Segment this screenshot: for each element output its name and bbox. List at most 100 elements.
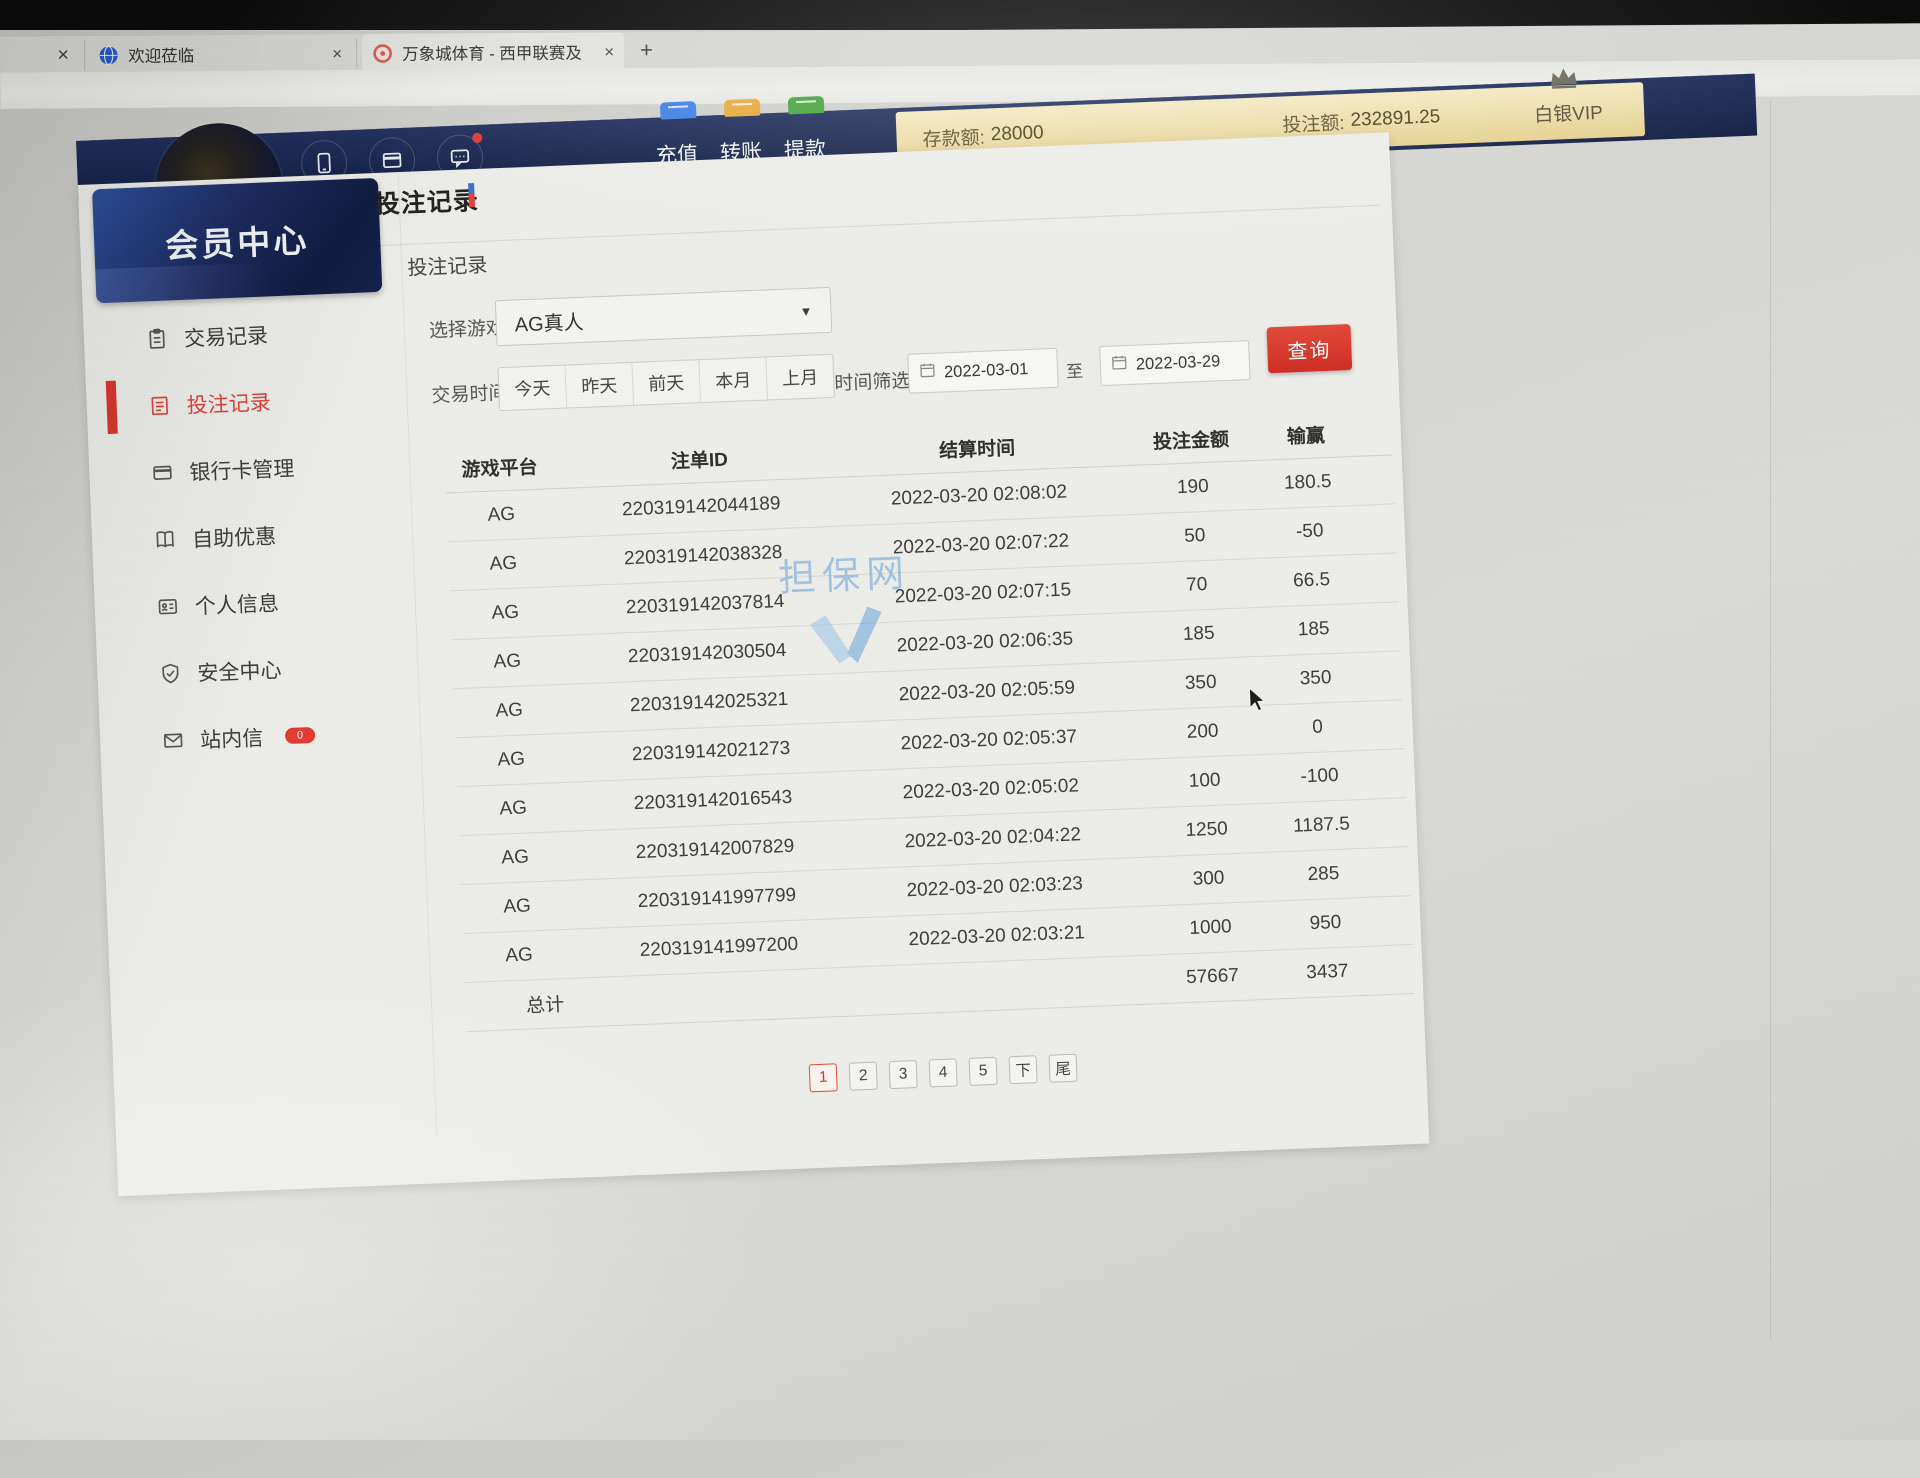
cell-platform: AG [464,943,575,969]
sidebar-item-bank-cards[interactable]: 银行卡管理 [96,429,398,508]
sidebar-item-transactions[interactable]: 交易记录 [91,296,393,375]
notification-dot [472,133,482,143]
sidebar-item-label: 个人信息 [194,587,279,620]
cell-platform: AG [450,600,561,626]
page-5[interactable]: 5 [969,1057,998,1086]
sidebar-item-security[interactable]: 安全中心 [104,630,406,709]
cell-settle-time: 2022-03-20 02:04:22 [887,824,1098,854]
sidebar-item-label: 自助优惠 [191,520,276,553]
member-center-card: 会员中心 交易记录 投注记录 银行卡管理 [78,132,1430,1196]
game-select-label: 选择游戏 [428,313,505,343]
total-label: 总计 [466,985,677,1020]
site-content: 充值 转账 提款 存款额:28000 投注额:232891.25 [0,0,1920,1478]
sidebar-item-label: 安全中心 [197,654,282,687]
search-button[interactable]: 查询 [1266,324,1352,373]
cell-bet-id: 220319142025321 [604,688,815,718]
cell-settle-time: 2022-03-20 02:05:59 [882,677,1093,707]
cell-bet-id: 220319142021273 [606,737,817,767]
cell-settle-time: 2022-03-20 02:06:35 [880,628,1091,658]
page-last[interactable]: 尾 [1049,1054,1078,1083]
page-2[interactable]: 2 [849,1062,878,1091]
cell-platform: AG [458,796,569,822]
sidebar-menu: 交易记录 投注记录 银行卡管理 自助优惠 [91,296,410,777]
btn-last-month[interactable]: 上月 [766,355,834,400]
cell-bet-amount: 200 [1137,719,1268,746]
cell-platform: AG [446,502,557,528]
document-list-icon [148,394,171,417]
game-select-value: AG真人 [514,305,584,337]
vip-level-badge: 白银VIP [1533,84,1604,141]
cell-settle-time: 2022-03-20 02:03:23 [889,873,1100,903]
sidebar-item-profile[interactable]: 个人信息 [102,563,404,642]
page-3[interactable]: 3 [889,1060,918,1089]
sidebar-title: 会员中心 [92,178,382,303]
chevron-down-icon: ▼ [799,303,812,319]
cell-settle-time: 2022-03-20 02:07:15 [878,579,1089,609]
sidebar-item-promotions[interactable]: 自助优惠 [99,496,401,575]
sidebar-item-label: 交易记录 [183,319,268,352]
cell-bet-amount: 50 [1129,523,1260,550]
page-4[interactable]: 4 [929,1058,958,1087]
shield-check-icon [159,662,182,685]
pagination: 1 2 3 4 5 下 尾 [809,1054,1078,1093]
cell-bet-id: 220319142007829 [610,835,821,865]
cell-bet-id: 220319141997799 [612,884,823,914]
btn-yesterday[interactable]: 昨天 [565,363,634,408]
date-from-value: 2022-03-01 [944,359,1029,381]
col-win-loss: 输赢 [1240,419,1371,451]
cell-bet-amount: 100 [1139,768,1270,795]
cell-bet-amount: 70 [1131,572,1262,599]
cell-win-loss: 0 [1252,714,1383,741]
page-title: 投注记录 [374,181,479,221]
tab-bet-records[interactable]: 投注记录 [407,249,488,281]
col-bet-id: 注单ID [594,442,805,477]
withdraw-icon [788,96,825,114]
cell-win-loss: 285 [1258,861,1389,888]
bank-card-icon [151,461,174,484]
bet-table-body: AG2203191420441892022-03-20 02:08:021901… [445,455,1412,983]
date-to-value: 2022-03-29 [1135,352,1220,374]
book-icon [154,528,177,551]
cell-win-loss: -50 [1244,518,1375,545]
page-1[interactable]: 1 [809,1063,838,1092]
cell-settle-time: 2022-03-20 02:08:02 [874,481,1085,511]
unread-badge: 0 [285,726,316,743]
cell-win-loss: -100 [1254,763,1385,790]
cell-bet-id: 220319141997200 [614,933,825,963]
range-filter-label: 时间筛选 [834,366,911,396]
date-to-input[interactable]: 2022-03-29 [1099,340,1250,386]
sidebar-item-label: 银行卡管理 [189,452,295,486]
btn-day-before[interactable]: 前天 [632,360,701,405]
sidebar-item-bet-records[interactable]: 投注记录 [93,362,395,441]
game-select-dropdown[interactable]: AG真人 ▼ [495,287,833,346]
page-next[interactable]: 下 [1009,1055,1038,1084]
btn-today[interactable]: 今天 [499,366,568,411]
cell-win-loss: 1187.5 [1256,812,1387,839]
col-platform: 游戏平台 [444,452,555,483]
title-marker-icon [468,183,475,207]
cell-win-loss: 180.5 [1242,469,1373,496]
cell-platform: AG [454,698,565,724]
quick-date-buttons: 今天 昨天 前天 本月 上月 [497,354,834,411]
transfer-icon [724,99,761,117]
col-bet-amount: 投注金额 [1125,423,1256,455]
date-separator: 至 [1066,357,1084,383]
total-bet-amount: 57667 [1147,963,1278,990]
cell-bet-id: 220319142030504 [602,639,813,669]
recharge-icon [660,101,697,119]
cell-bet-amount: 190 [1127,474,1258,501]
calendar-icon [919,362,937,385]
cell-platform: AG [460,845,571,871]
date-from-input[interactable]: 2022-03-01 [907,348,1058,394]
cell-bet-amount: 1000 [1145,915,1276,942]
cell-settle-time: 2022-03-20 02:05:37 [884,726,1095,756]
btn-this-month[interactable]: 本月 [699,357,768,402]
cell-settle-time: 2022-03-20 02:07:22 [876,530,1087,560]
clipboard-icon [146,327,169,350]
cell-bet-amount: 185 [1133,621,1264,648]
calendar-icon [1110,354,1128,377]
sidebar-item-inbox[interactable]: 站内信 0 [107,697,409,776]
cell-win-loss: 66.5 [1246,567,1377,594]
id-card-icon [156,595,179,618]
cell-settle-time: 2022-03-20 02:05:02 [885,775,1096,805]
